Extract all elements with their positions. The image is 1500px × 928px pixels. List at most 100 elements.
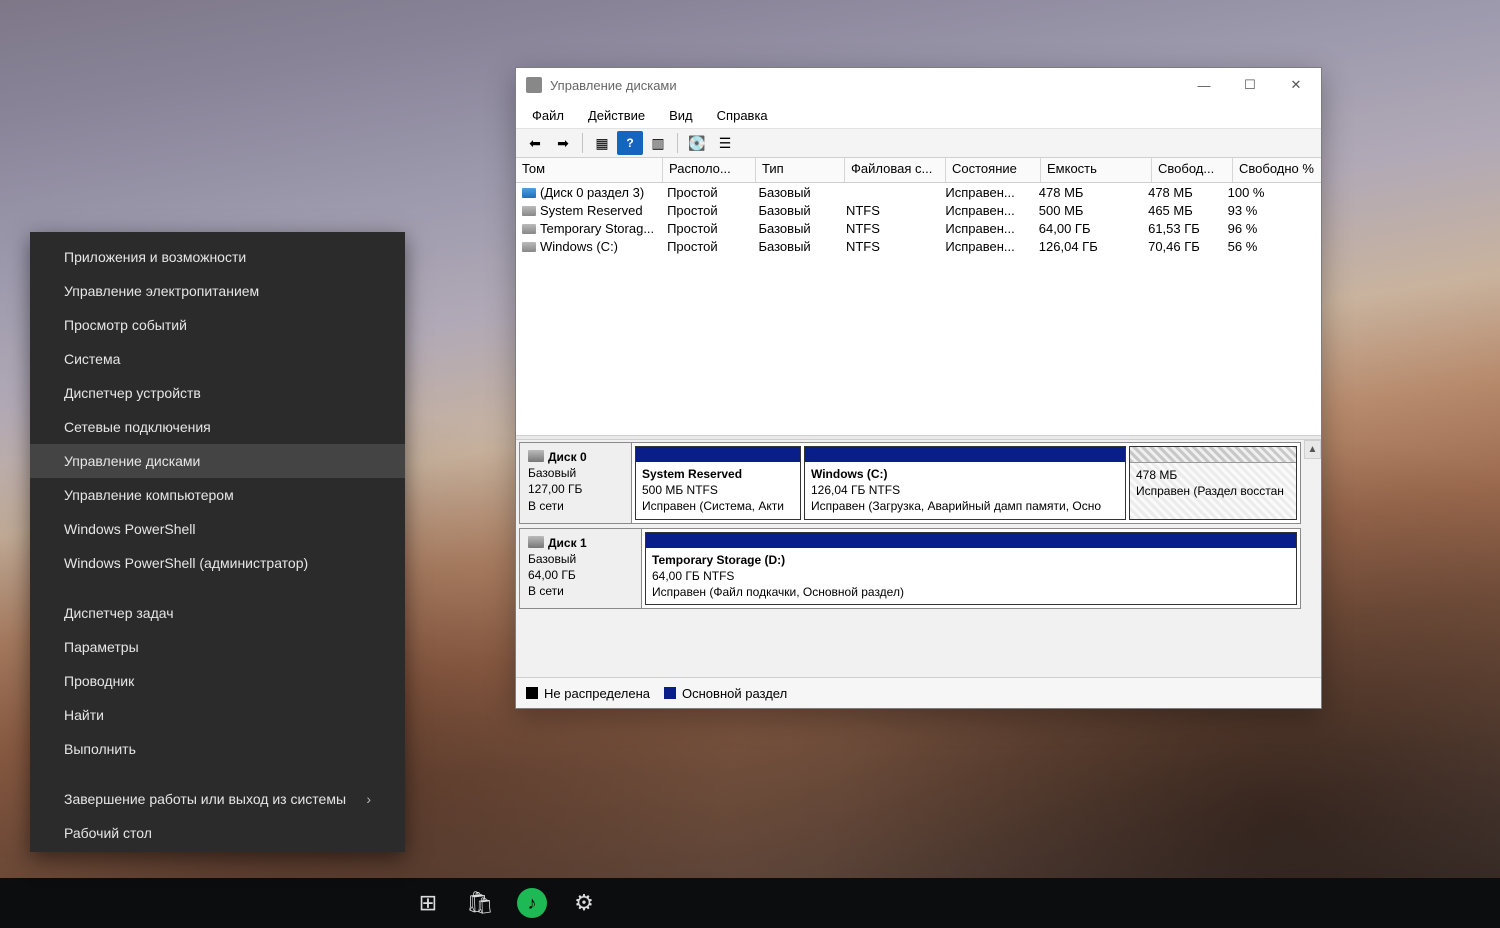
volume-row[interactable]: Temporary Storag...ПростойБазовыйNTFSИсп…	[516, 219, 1321, 237]
legend: Не распределена Основной раздел	[516, 677, 1321, 708]
winx-item-label: Windows PowerShell (администратор)	[64, 555, 308, 571]
disk-row: Диск 0Базовый127,00 ГБВ сетиSystem Reser…	[519, 442, 1301, 524]
disk-info[interactable]: Диск 0Базовый127,00 ГБВ сети	[520, 443, 632, 523]
partition[interactable]: System Reserved500 МБ NTFSИсправен (Сист…	[635, 446, 801, 520]
column-header[interactable]: Том	[516, 158, 663, 182]
volume-list[interactable]: (Диск 0 раздел 3)ПростойБазовыйИсправен.…	[516, 183, 1321, 435]
partition[interactable]: Windows (C:)126,04 ГБ NTFSИсправен (Загр…	[804, 446, 1126, 520]
partition[interactable]: Temporary Storage (D:)64,00 ГБ NTFSИспра…	[645, 532, 1297, 606]
winx-item[interactable]: Рабочий стол	[30, 816, 405, 850]
volume-icon	[522, 188, 536, 198]
winx-item[interactable]: Windows PowerShell (администратор)	[30, 546, 405, 580]
partition[interactable]: 478 МБИсправен (Раздел восстан	[1129, 446, 1297, 520]
winx-item[interactable]: Параметры	[30, 630, 405, 664]
volume-icon	[522, 206, 536, 216]
disk-graphical-view: Диск 0Базовый127,00 ГБВ сетиSystem Reser…	[516, 440, 1321, 677]
volume-cell: 96 %	[1222, 221, 1321, 236]
column-header[interactable]: Располо...	[663, 158, 756, 182]
volume-cell: 500 МБ	[1033, 203, 1142, 218]
winx-item[interactable]: Управление дисками	[30, 444, 405, 478]
start-button-glyph: ⊞	[405, 883, 451, 923]
winx-item[interactable]: Завершение работы или выход из системы›	[30, 782, 405, 816]
help-icon[interactable]: ?	[617, 131, 643, 155]
column-header[interactable]: Состояние	[946, 158, 1041, 182]
winx-item-label: Рабочий стол	[64, 825, 152, 841]
winx-item[interactable]: Найти	[30, 698, 405, 732]
spotify-icon[interactable]: ♪	[509, 888, 555, 918]
volume-cell: 93 %	[1222, 203, 1321, 218]
refresh-icon[interactable]: ▥	[645, 131, 671, 155]
volume-cell: 64,00 ГБ	[1033, 221, 1142, 236]
column-header[interactable]: Свободно %	[1233, 158, 1321, 182]
partition-color-bar	[1130, 447, 1296, 463]
winx-item[interactable]: Система	[30, 342, 405, 376]
graphical-scrollbar[interactable]: ▲	[1304, 440, 1321, 677]
winx-item[interactable]: Диспетчер устройств	[30, 376, 405, 410]
volume-cell: 100 %	[1222, 185, 1321, 200]
titlebar[interactable]: Управление дисками — ☐ ✕	[516, 68, 1321, 102]
toolbar-divider	[582, 133, 583, 153]
volume-cell: (Диск 0 раздел 3)	[516, 185, 661, 200]
winx-item-label: Параметры	[64, 639, 139, 655]
disk-info[interactable]: Диск 1Базовый64,00 ГБВ сети	[520, 529, 642, 609]
back-button[interactable]: ⬅	[522, 131, 548, 155]
volume-cell: 61,53 ГБ	[1142, 221, 1222, 236]
menu-item[interactable]: Вид	[657, 104, 705, 127]
menu-item[interactable]: Действие	[576, 104, 657, 127]
volume-cell: Windows (C:)	[516, 239, 661, 254]
chevron-right-icon: ›	[366, 791, 371, 807]
volume-row[interactable]: Windows (C:)ПростойБазовыйNTFSИсправен..…	[516, 237, 1321, 255]
winx-item-label: Управление дисками	[64, 453, 200, 469]
volume-cell: Базовый	[753, 221, 840, 236]
winx-item[interactable]: Просмотр событий	[30, 308, 405, 342]
winx-item[interactable]: Управление компьютером	[30, 478, 405, 512]
winx-item[interactable]: Управление электропитанием	[30, 274, 405, 308]
toolbar-divider	[677, 133, 678, 153]
menu-item[interactable]: Справка	[705, 104, 780, 127]
volume-cell: Простой	[661, 239, 752, 254]
column-header[interactable]: Емкость	[1041, 158, 1152, 182]
volume-row[interactable]: (Диск 0 раздел 3)ПростойБазовыйИсправен.…	[516, 183, 1321, 201]
winx-item[interactable]: Выполнить	[30, 732, 405, 766]
winx-item[interactable]: Сетевые подключения	[30, 410, 405, 444]
scroll-up-button[interactable]: ▲	[1304, 440, 1321, 459]
settings-icon-glyph: ⚙	[561, 883, 607, 923]
disk-icon[interactable]: 💽	[684, 131, 710, 155]
volume-cell: NTFS	[840, 203, 939, 218]
volume-cell: 478 МБ	[1033, 185, 1142, 200]
volume-cell: Исправен...	[939, 239, 1032, 254]
winx-item[interactable]: Проводник	[30, 664, 405, 698]
store-icon-glyph: 🛍	[457, 883, 503, 923]
volume-cell: NTFS	[840, 239, 939, 254]
volume-cell: 478 МБ	[1142, 185, 1222, 200]
volume-cell: Temporary Storag...	[516, 221, 661, 236]
column-header[interactable]: Файловая с...	[845, 158, 946, 182]
volume-row[interactable]: System ReservedПростойБазовыйNTFSИсправе…	[516, 201, 1321, 219]
winx-item[interactable]: Диспетчер задач	[30, 596, 405, 630]
column-header[interactable]: Тип	[756, 158, 845, 182]
volume-cell: NTFS	[840, 221, 939, 236]
winx-item[interactable]: Приложения и возможности	[30, 240, 405, 274]
toolbar-table-icon[interactable]: ▦	[589, 131, 615, 155]
settings-icon[interactable]: ⚙	[561, 883, 607, 923]
volume-cell: Простой	[661, 221, 752, 236]
winx-item-label: Windows PowerShell	[64, 521, 196, 537]
winx-item[interactable]: Windows PowerShell	[30, 512, 405, 546]
disk-row: Диск 1Базовый64,00 ГБВ сетиTemporary Sto…	[519, 528, 1301, 610]
start-button[interactable]: ⊞	[405, 883, 451, 923]
minimize-button[interactable]: —	[1181, 70, 1227, 100]
menu-item[interactable]: Файл	[520, 104, 576, 127]
forward-button[interactable]: ➡	[550, 131, 576, 155]
list-icon[interactable]: ☰	[712, 131, 738, 155]
winx-item-label: Найти	[64, 707, 104, 723]
maximize-button[interactable]: ☐	[1227, 70, 1273, 100]
winx-item-label: Просмотр событий	[64, 317, 187, 333]
volume-cell: Базовый	[753, 185, 840, 200]
partition-body: 478 МБИсправен (Раздел восстан	[1130, 463, 1296, 503]
hdd-icon	[528, 450, 544, 462]
column-header[interactable]: Свобод...	[1152, 158, 1233, 182]
volume-icon	[522, 242, 536, 252]
close-button[interactable]: ✕	[1273, 70, 1319, 100]
store-icon[interactable]: 🛍	[457, 883, 503, 923]
partition-body: Windows (C:)126,04 ГБ NTFSИсправен (Загр…	[805, 462, 1125, 519]
